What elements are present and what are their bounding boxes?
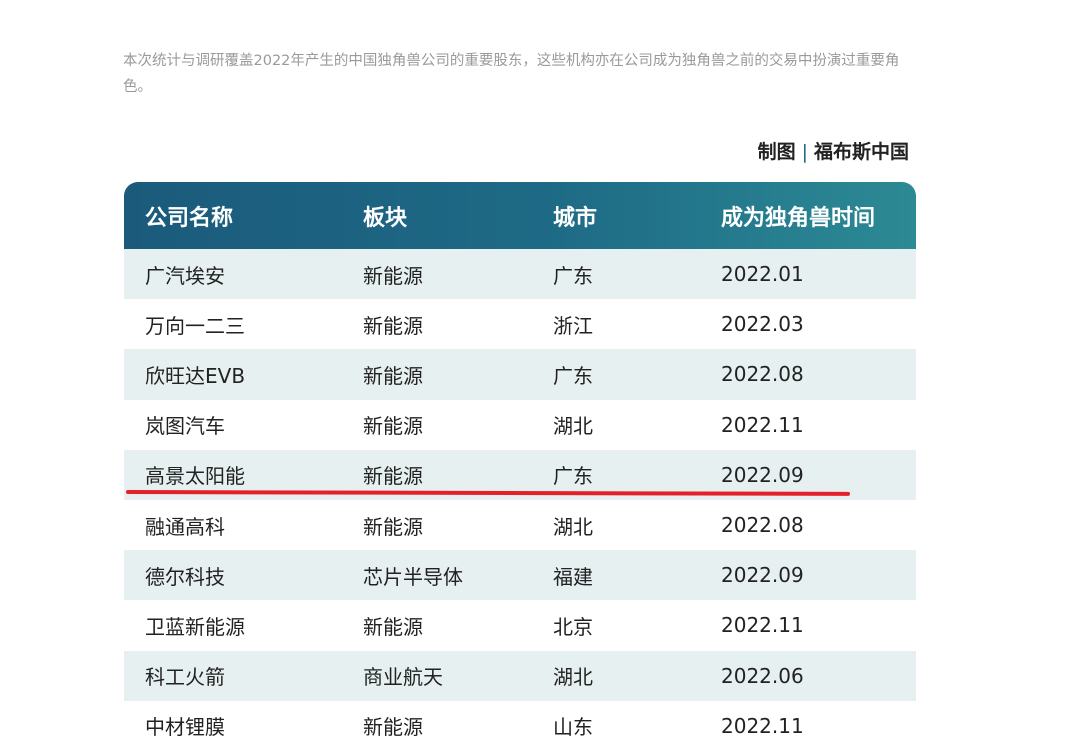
cell-city: 浙江: [553, 313, 593, 338]
table-row: 广汽埃安 新能源 广东 2022.01: [124, 249, 916, 300]
cell-company-name: 岚图汽车: [145, 414, 225, 439]
table-row: 欣旺达EVB 新能源 广东 2022.08: [124, 349, 916, 400]
cell-city: 北京: [553, 614, 593, 639]
cell-unicorn-date: 2022.08: [721, 362, 804, 387]
credit-source: 福布斯中国: [813, 141, 909, 163]
table-row: 融通高科 新能源 湖北 2022.08: [124, 499, 916, 551]
cell-sector: 芯片半导体: [363, 564, 463, 589]
header-city: 城市: [553, 205, 598, 231]
cell-unicorn-date: 2022.06: [721, 663, 804, 688]
cell-sector: 新能源: [363, 614, 423, 639]
table-row: 德尔科技 芯片半导体 福建 2022.09: [124, 550, 916, 601]
table-row: 卫蓝新能源 新能源 北京 2022.11: [124, 600, 916, 651]
cell-unicorn-date: 2022.11: [721, 613, 804, 638]
cell-city: 广东: [553, 263, 593, 288]
cell-company-name: 万向一二三: [145, 313, 245, 338]
table-row: 岚图汽车 新能源 湖北 2022.11: [124, 399, 916, 450]
cell-company-name: 卫蓝新能源: [145, 614, 245, 639]
table-row: 科工火箭 商业航天 湖北 2022.06: [124, 650, 916, 701]
cell-company-name: 科工火箭: [145, 665, 225, 690]
intro-paragraph: 本次统计与调研覆盖2022年产生的中国独角兽公司的重要股东，这些机构亦在公司成为…: [123, 53, 900, 95]
table-row: 万向一二三 新能源 浙江 2022.03: [124, 299, 916, 350]
cell-sector: 新能源: [363, 514, 423, 539]
credit-label: 制图: [757, 141, 796, 163]
cell-unicorn-date: 2022.03: [721, 312, 804, 337]
credit-separator: |: [801, 141, 808, 163]
cell-company-name: 德尔科技: [145, 564, 225, 589]
cell-unicorn-date: 2022.11: [721, 412, 804, 437]
unicorn-table: 公司名称 板块 城市 成为独角兽时间 广汽埃安 新能源 广东 2022.01 万向一二三…: [124, 182, 916, 751]
table-header: 公司名称 板块 城市 成为独角兽时间: [124, 182, 916, 249]
cell-city: 广东: [553, 464, 593, 489]
cell-sector: 新能源: [363, 363, 423, 388]
cell-unicorn-date: 2022.09: [721, 462, 804, 487]
cell-sector: 新能源: [363, 263, 423, 288]
cell-company-name: 高景太阳能: [145, 464, 245, 489]
cell-sector: 新能源: [363, 313, 423, 338]
header-company: 公司名称: [145, 205, 234, 231]
cell-sector: 商业航天: [363, 665, 443, 690]
cell-city: 福建: [553, 564, 593, 589]
cell-unicorn-date: 2022.08: [721, 513, 804, 538]
cell-unicorn-date: 2022.09: [721, 563, 804, 588]
cell-unicorn-date: 2022.01: [721, 262, 804, 287]
cell-city: 湖北: [553, 665, 593, 690]
cell-sector: 新能源: [363, 464, 423, 489]
cell-sector: 新能源: [363, 414, 423, 439]
cell-company-name: 广汽埃安: [145, 263, 225, 288]
cell-company-name: 欣旺达EVB: [145, 363, 246, 388]
cell-company-name: 融通高科: [145, 514, 225, 539]
chart-credit: 制图 | 福布斯中国: [758, 137, 909, 164]
header-sector: 板块: [363, 205, 408, 231]
cell-city: 广东: [553, 363, 593, 388]
table-body: 广汽埃安 新能源 广东 2022.01 万向一二三 新能源 浙江 2022.03 欣旺达EVB 新…: [124, 249, 916, 751]
cell-city: 湖北: [553, 514, 593, 539]
header-unicorn-date: 成为独角兽时间: [721, 205, 876, 231]
cell-city: 湖北: [553, 414, 593, 439]
